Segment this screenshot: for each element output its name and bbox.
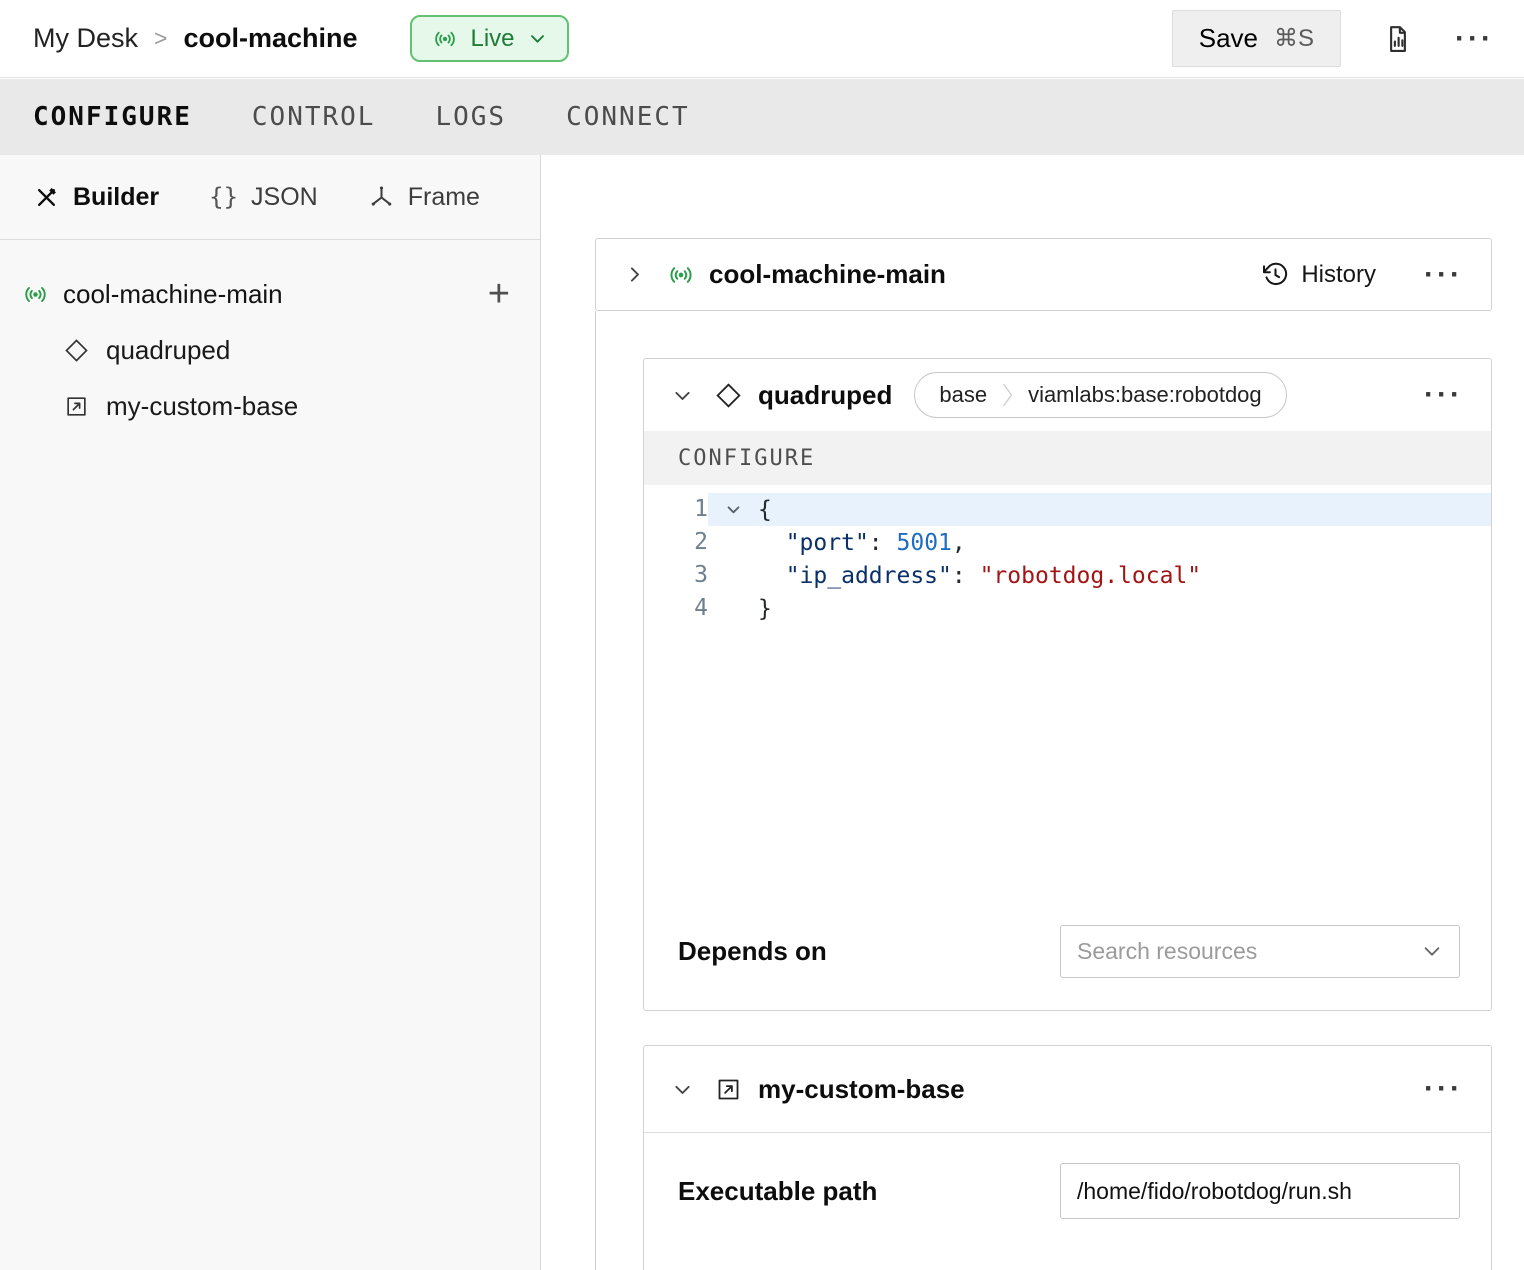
history-button[interactable]: History xyxy=(1262,261,1376,289)
executable-path-label: Executable path xyxy=(678,1176,877,1207)
live-status-dropdown[interactable]: Live xyxy=(410,15,569,62)
top-bar-actions: Save ⌘S ··· xyxy=(1172,10,1494,67)
save-shortcut: ⌘S xyxy=(1274,24,1314,53)
code-token-number: 5001 xyxy=(897,530,952,556)
code-token: { xyxy=(758,497,772,523)
card-more-button[interactable]: ··· xyxy=(1424,1074,1463,1104)
breadcrumb-separator: > xyxy=(154,25,167,52)
sidebar: Builder {} JSON Frame xyxy=(0,155,541,1270)
save-label: Save xyxy=(1199,23,1258,54)
badge-model-label: viamlabs:base:robotdog xyxy=(1028,382,1262,408)
expand-chevron-icon[interactable] xyxy=(624,264,645,285)
module-icon xyxy=(64,394,89,419)
line-number: 2 xyxy=(644,526,708,559)
tools-icon xyxy=(33,184,60,211)
quadruped-card: quadruped base viamlabs:base:robotdog ··… xyxy=(643,358,1492,1011)
mode-builder-label: Builder xyxy=(73,183,159,212)
code-token: } xyxy=(758,596,772,622)
component-diamond-icon xyxy=(64,338,89,363)
card-more-button[interactable]: ··· xyxy=(1424,260,1463,290)
tab-control[interactable]: CONTROL xyxy=(252,102,376,132)
code-token-key: "port" xyxy=(786,530,869,556)
live-label: Live xyxy=(471,25,515,53)
code-fold-chevron-icon[interactable] xyxy=(708,501,758,518)
tab-connect[interactable]: CONNECT xyxy=(566,102,690,132)
tab-configure[interactable]: CONFIGURE xyxy=(33,102,192,132)
broadcast-icon xyxy=(432,26,458,52)
quadruped-title: quadruped xyxy=(758,380,892,411)
frame-axes-icon xyxy=(368,184,395,211)
config-main-panel: cool-machine-main History ··· xyxy=(542,155,1524,1270)
braces-icon: {} xyxy=(209,183,238,211)
configure-section-label: CONFIGURE xyxy=(678,446,815,471)
tree-connector-line xyxy=(595,311,596,1270)
badge-separator-chevron-icon xyxy=(1001,381,1014,409)
machine-main-title: cool-machine-main xyxy=(709,259,946,290)
tree-item-label: cool-machine-main xyxy=(63,279,283,310)
json-attributes-editor[interactable]: 1 { 2 "port": 5001, xyxy=(644,485,1491,902)
executable-path-row: Executable path xyxy=(644,1133,1491,1219)
history-icon xyxy=(1262,261,1289,288)
configure-body: Builder {} JSON Frame xyxy=(0,155,1524,1270)
add-resource-button[interactable]: + xyxy=(488,275,510,313)
broadcast-icon xyxy=(667,261,695,289)
config-mode-toolbar: Builder {} JSON Frame xyxy=(0,155,540,240)
collapse-chevron-icon[interactable] xyxy=(672,1079,693,1100)
mode-json-label: JSON xyxy=(251,183,318,212)
my-custom-base-card: my-custom-base ··· Executable path xyxy=(643,1045,1492,1270)
code-line: 1 { xyxy=(644,493,1491,526)
code-token-string: "robotdog.local" xyxy=(980,563,1202,589)
chevron-down-icon xyxy=(1421,940,1443,962)
badge-type-label: base xyxy=(939,382,987,408)
more-menu-button[interactable]: ··· xyxy=(1455,24,1494,54)
breadcrumb-current-machine: cool-machine xyxy=(183,23,357,54)
card-more-button[interactable]: ··· xyxy=(1424,380,1463,410)
history-label: History xyxy=(1301,261,1376,289)
resource-tree: cool-machine-main + quadruped xyxy=(0,240,540,434)
top-bar: My Desk > cool-machine Live Save ⌘S xyxy=(0,0,1524,78)
tree-item-label: my-custom-base xyxy=(106,391,298,422)
machine-data-icon[interactable] xyxy=(1383,24,1413,54)
machine-config-page: My Desk > cool-machine Live Save ⌘S xyxy=(0,0,1524,1270)
mode-frame[interactable]: Frame xyxy=(368,183,480,212)
mode-builder[interactable]: Builder xyxy=(33,183,159,212)
breadcrumb-root-link[interactable]: My Desk xyxy=(33,23,138,54)
line-number: 4 xyxy=(644,592,708,625)
tree-item-label: quadruped xyxy=(106,335,230,366)
tab-logs[interactable]: LOGS xyxy=(435,102,506,132)
configure-section-header: CONFIGURE xyxy=(644,431,1491,485)
my-custom-base-title: my-custom-base xyxy=(758,1074,965,1105)
collapse-chevron-icon[interactable] xyxy=(672,385,693,406)
component-type-badge: base viamlabs:base:robotdog xyxy=(914,372,1286,418)
mode-frame-label: Frame xyxy=(408,183,480,212)
mode-json[interactable]: {} JSON xyxy=(209,183,318,212)
tree-item-quadruped[interactable]: quadruped xyxy=(0,322,540,378)
line-number: 3 xyxy=(644,559,708,592)
save-button[interactable]: Save ⌘S xyxy=(1172,10,1341,67)
code-line: 2 "port": 5001, xyxy=(644,526,1491,559)
machine-main-card: cool-machine-main History ··· xyxy=(595,238,1492,311)
code-line: 4 } xyxy=(644,592,1491,625)
component-diamond-icon xyxy=(715,382,742,409)
machine-tab-bar: CONFIGURE CONTROL LOGS CONNECT xyxy=(0,79,1524,155)
tree-item-my-custom-base[interactable]: my-custom-base xyxy=(0,378,540,434)
depends-on-row: Depends on Search resources xyxy=(644,902,1491,1010)
executable-path-input[interactable] xyxy=(1060,1163,1460,1219)
module-icon xyxy=(715,1076,742,1103)
code-token-key: "ip_address" xyxy=(786,563,952,589)
code-line: 3 "ip_address": "robotdog.local" xyxy=(644,559,1491,592)
depends-on-select[interactable]: Search resources xyxy=(1060,925,1460,978)
depends-on-label: Depends on xyxy=(678,936,827,967)
tree-item-machine-main[interactable]: cool-machine-main + xyxy=(0,266,540,322)
depends-on-placeholder: Search resources xyxy=(1077,938,1257,965)
line-number: 1 xyxy=(644,493,708,526)
breadcrumb: My Desk > cool-machine xyxy=(33,23,358,54)
broadcast-icon xyxy=(22,281,49,308)
chevron-down-icon xyxy=(528,29,547,48)
